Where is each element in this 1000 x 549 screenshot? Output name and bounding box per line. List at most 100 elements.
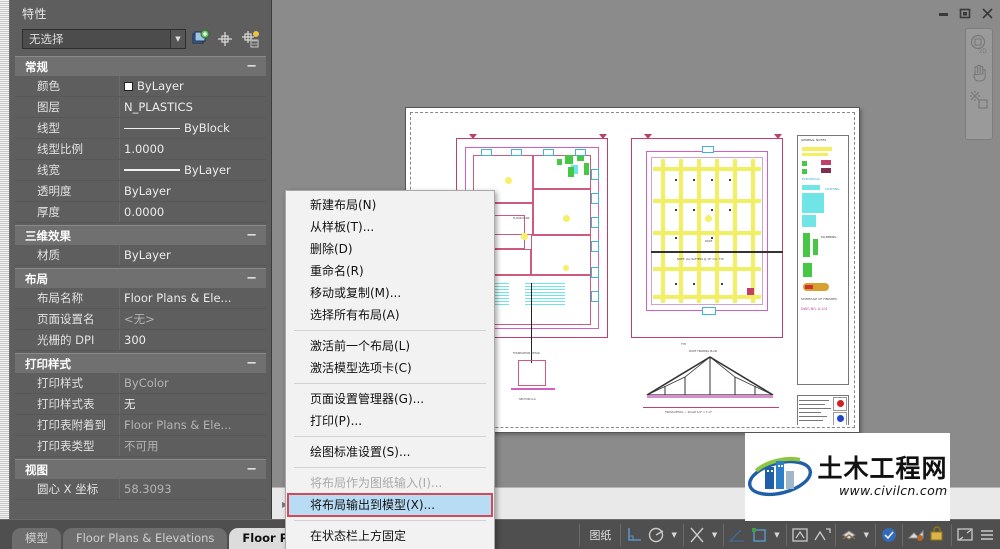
property-row[interactable]: 图层 N_PLASTICS — [15, 97, 266, 118]
pickadd-icon[interactable] — [239, 28, 261, 50]
space-label: 图纸 — [589, 528, 612, 542]
restore-icon[interactable] — [959, 5, 972, 19]
collapse-icon[interactable]: − — [246, 357, 257, 370]
property-row[interactable]: 透明度 ByLayer — [15, 181, 266, 202]
customization-icon[interactable] — [977, 525, 997, 545]
collapse-icon[interactable]: − — [246, 60, 257, 73]
property-row[interactable]: 线型 ByBlock — [15, 118, 266, 139]
object-snap-icon[interactable] — [687, 525, 707, 545]
menu-item[interactable]: 页面设置管理器(G)... — [286, 388, 494, 410]
layout-tab-context-menu[interactable]: 新建布局(N) 从样板(T)... 删除(D) 重命名(R) 移动或复制(M)... 选择… — [285, 190, 495, 549]
chevron-down-icon[interactable]: ▼ — [709, 531, 720, 539]
dim-tag-1 — [481, 149, 492, 156]
dim-tag-3 — [543, 149, 554, 156]
menu-item[interactable]: 移动或复制(M)... — [286, 282, 494, 304]
property-row[interactable]: 打印表类型 不可用 — [15, 436, 266, 457]
property-row[interactable]: 线型比例 1.0000 — [15, 139, 266, 160]
menu-item[interactable]: 在状态栏上方固定 — [286, 525, 494, 547]
menu-item[interactable]: 将布局输出到模型(X)... — [287, 493, 493, 517]
layout-tab[interactable]: Floor Plans & Elevations — [63, 527, 228, 549]
chevron-down-icon[interactable]: ▼ — [861, 531, 872, 539]
window-tag-5 — [591, 267, 599, 278]
property-value[interactable]: ByLayer — [119, 181, 266, 201]
property-value[interactable]: Floor Plans & Ele... — [119, 288, 266, 308]
property-row[interactable]: 厚度 0.0000 — [15, 202, 266, 223]
property-value[interactable]: ByColor — [119, 373, 266, 393]
minimize-icon[interactable] — [937, 5, 950, 18]
property-row[interactable]: 材质 ByLayer — [15, 245, 266, 266]
property-value[interactable]: 无 — [119, 394, 266, 414]
hardware-icon[interactable] — [879, 525, 899, 545]
quick-select-icon[interactable] — [189, 28, 211, 50]
workspace-icon[interactable] — [839, 525, 859, 545]
osnap-tracking-icon[interactable] — [749, 525, 769, 545]
chevron-down-icon[interactable]: ▼ — [668, 531, 679, 539]
room-f — [531, 235, 591, 275]
property-value[interactable]: ByLayer — [119, 245, 266, 265]
property-row[interactable]: 页面设置名 <无> — [15, 309, 266, 330]
annotation-scale-icon[interactable] — [812, 525, 832, 545]
menu-item[interactable]: 打印(P)... — [286, 410, 494, 432]
autocad-window: 特性 无选择 ▼ 常规 − 颜色 ByLayer 图层 N_PLASTICS 线… — [0, 0, 1000, 549]
navigation-bar[interactable]: 2D — [965, 28, 993, 140]
property-group-header[interactable]: 布局 − — [15, 268, 266, 288]
menu-item[interactable]: 重命名(R) — [286, 260, 494, 282]
menu-item[interactable]: 选择所有布局(A) — [286, 304, 494, 326]
menu-item[interactable]: 删除(D) — [286, 238, 494, 260]
property-row[interactable]: 线宽 ByLayer — [15, 160, 266, 181]
property-value-text: 不可用 — [124, 439, 159, 453]
property-value[interactable]: 不可用 — [119, 436, 266, 456]
property-row[interactable]: 光栅的 DPI 300 — [15, 330, 266, 351]
selection-dropdown[interactable]: 无选择 ▼ — [22, 29, 186, 49]
property-group-header[interactable]: 三维效果 − — [15, 225, 266, 245]
property-value[interactable]: 58.3093 — [119, 479, 266, 499]
property-group-header[interactable]: 常规 − — [15, 56, 266, 76]
property-value[interactable]: ByLayer — [119, 76, 266, 96]
property-value[interactable]: 0.0000 — [119, 202, 266, 222]
snap-angle-icon[interactable] — [727, 525, 747, 545]
property-value[interactable]: ByBlock — [119, 118, 266, 138]
property-row[interactable]: 打印表附着到 Floor Plans & Ele... — [15, 415, 266, 436]
isolate-objects-icon[interactable] — [906, 525, 926, 545]
property-value[interactable]: ByLayer — [119, 160, 266, 180]
property-group-header[interactable]: 打印样式 − — [15, 353, 266, 373]
zoom-extents-icon[interactable] — [968, 89, 990, 111]
menu-item[interactable]: 绘图标准设置(S)... — [286, 441, 494, 463]
select-objects-icon[interactable] — [214, 28, 236, 50]
svg-text:2D: 2D — [979, 49, 987, 55]
property-value[interactable]: N_PLASTICS — [119, 97, 266, 117]
pan-hand-icon[interactable] — [968, 61, 990, 83]
viewcube-2d-icon[interactable]: 2D — [968, 33, 990, 55]
property-group-header[interactable]: 视图 − — [15, 459, 266, 479]
chevron-down-icon[interactable]: ▼ — [771, 531, 782, 539]
property-value[interactable]: 300 — [119, 330, 266, 350]
property-value[interactable]: 1.0000 — [119, 139, 266, 159]
annotation-visibility-icon[interactable] — [790, 525, 810, 545]
collapse-icon[interactable]: − — [246, 229, 257, 242]
lock-ui-icon[interactable] — [928, 525, 948, 545]
menu-separator — [294, 436, 486, 437]
layout-tab[interactable]: 模型 — [12, 527, 61, 549]
property-row[interactable]: 颜色 ByLayer — [15, 76, 266, 97]
close-icon[interactable] — [981, 5, 994, 19]
space-indicator[interactable]: 图纸 — [579, 523, 620, 546]
menu-item[interactable]: 从样板(T)... — [286, 216, 494, 238]
chevron-down-icon[interactable]: ▼ — [170, 30, 185, 48]
menu-item[interactable]: 激活前一个布局(L) — [286, 335, 494, 357]
property-key: 图层 — [37, 100, 60, 114]
property-value[interactable]: <无> — [119, 309, 266, 329]
property-value-text: 无 — [124, 397, 136, 411]
collapse-icon[interactable]: − — [246, 272, 257, 285]
polar-tracking-icon[interactable] — [646, 525, 666, 545]
property-row[interactable]: 布局名称 Floor Plans & Ele... — [15, 288, 266, 309]
cleanscreen-icon[interactable] — [955, 525, 975, 545]
property-value[interactable]: Floor Plans & Ele... — [119, 415, 266, 435]
property-row[interactable]: 圆心 X 坐标 58.3093 — [15, 479, 266, 500]
menu-item[interactable]: 新建布局(N) — [286, 194, 494, 216]
property-row[interactable]: 打印样式 ByColor — [15, 373, 266, 394]
property-row[interactable]: 打印样式表 无 — [15, 394, 266, 415]
property-value-text: 0.0000 — [124, 205, 165, 219]
collapse-icon[interactable]: − — [246, 463, 257, 476]
ortho-icon[interactable] — [624, 525, 644, 545]
menu-item[interactable]: 激活模型选项卡(C) — [286, 357, 494, 379]
